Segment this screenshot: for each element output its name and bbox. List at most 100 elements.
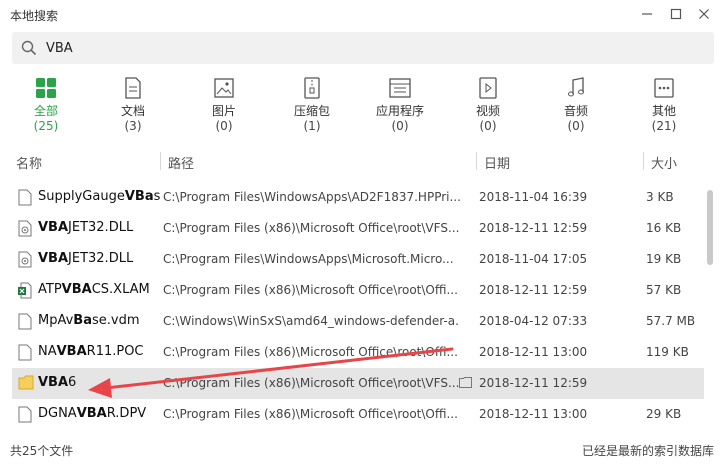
tab-video[interactable]: 视频 (0) xyxy=(456,76,520,133)
tab-audio-label: 音频 xyxy=(563,104,588,118)
tab-other-label: 其他 xyxy=(651,104,676,118)
file-date: 2018-12-11 13:00 xyxy=(479,345,588,359)
category-tabs: 全部 (25) 文档 (3) 图片 (0) 压缩包 (1) 应用程序 (0) 视… xyxy=(0,76,724,136)
file-name: VBAJET32.DLL xyxy=(38,251,134,266)
file-date: 2018-12-11 12:59 xyxy=(479,376,588,390)
column-size[interactable]: 大小 xyxy=(651,153,677,172)
tab-images-label: 图片 xyxy=(211,104,236,118)
tab-documents[interactable]: 文档 (3) xyxy=(101,76,165,133)
column-divider[interactable] xyxy=(643,152,644,170)
tab-audio[interactable]: 音频 (0) xyxy=(544,76,608,133)
table-row[interactable]: DGNAVBAR.DPV C:\Program Files (x86)\Micr… xyxy=(12,399,704,430)
maximize-icon[interactable] xyxy=(665,4,687,24)
file-icon xyxy=(18,189,32,210)
dll-file-icon xyxy=(18,251,32,272)
table-row[interactable]: VBAJET32.DLL C:\Program Files (x86)\Micr… xyxy=(12,213,704,244)
file-path: C:\Program Files (x86)\Microsoft Office\… xyxy=(163,221,460,235)
column-headers: 名称 路径 日期 大小 xyxy=(0,148,724,174)
open-folder-icon[interactable] xyxy=(459,377,472,392)
tab-applications-count: (0) xyxy=(391,119,409,133)
tab-images-count: (0) xyxy=(215,119,233,133)
file-size: 16 KB xyxy=(646,221,682,235)
column-divider[interactable] xyxy=(476,152,477,170)
tab-archives-label: 压缩包 xyxy=(293,104,330,118)
table-row-selected[interactable]: VBA6 C:\Program Files (x86)\Microsoft Of… xyxy=(12,368,704,399)
file-name: VBAJET32.DLL xyxy=(38,220,134,235)
file-name: SupplyGaugeVBas xyxy=(38,189,161,204)
file-date: 2018-11-04 17:05 xyxy=(479,252,588,266)
file-path: C:\Program Files (x86)\Microsoft Office\… xyxy=(163,345,458,359)
file-icon xyxy=(18,344,32,365)
index-status: 已经是最新的索引数据库 xyxy=(581,444,714,458)
file-size: 19 KB xyxy=(646,252,682,266)
file-path: C:\Program Files\WindowsApps\Microsoft.M… xyxy=(163,252,454,266)
file-date: 2018-12-11 12:59 xyxy=(479,221,588,235)
file-icon xyxy=(18,406,32,427)
table-row[interactable]: ATPVBACS.XLAM C:\Program Files (x86)\Mic… xyxy=(12,275,704,306)
title-bar: 本地搜索 xyxy=(0,0,724,28)
file-icon xyxy=(18,313,32,334)
file-date: 2018-12-11 12:59 xyxy=(479,283,588,297)
file-size: 29 KB xyxy=(646,407,682,421)
table-row[interactable]: SupplyGaugeVBas C:\Program Files\Windows… xyxy=(12,182,704,213)
file-path: C:\Program Files (x86)\Microsoft Office\… xyxy=(163,407,458,421)
window-title: 本地搜索 xyxy=(10,9,59,23)
file-name: DGNAVBAR.DPV xyxy=(38,406,147,421)
minimize-icon[interactable] xyxy=(636,4,658,24)
file-size: 57 KB xyxy=(646,283,682,297)
tab-images[interactable]: 图片 (0) xyxy=(192,76,256,133)
file-name: MpAvBase.vdm xyxy=(38,313,140,328)
file-path: C:\Program Files (x86)\Microsoft Office\… xyxy=(163,283,458,297)
tab-documents-label: 文档 xyxy=(120,104,145,118)
music-icon xyxy=(544,76,608,100)
table-row[interactable]: MpAvBase.vdm C:\Windows\WinSxS\amd64_win… xyxy=(12,306,704,337)
tab-applications[interactable]: 应用程序 (0) xyxy=(368,76,432,133)
file-name: NAVBAR11.POC xyxy=(38,344,144,359)
more-icon xyxy=(632,76,696,100)
tab-video-label: 视频 xyxy=(475,104,500,118)
file-path: C:\Program Files\WindowsApps\AD2F1837.HP… xyxy=(163,190,460,204)
search-icon xyxy=(21,40,37,60)
grid-icon xyxy=(14,76,78,100)
close-icon[interactable] xyxy=(693,4,715,24)
scrollbar[interactable] xyxy=(706,190,714,420)
file-count: 共25个文件 xyxy=(10,444,74,458)
tab-other[interactable]: 其他 (21) xyxy=(632,76,696,133)
tab-documents-count: (3) xyxy=(124,119,142,133)
excel-file-icon xyxy=(18,282,32,303)
image-icon xyxy=(192,76,256,100)
tab-all[interactable]: 全部 (25) xyxy=(14,76,78,133)
file-date: 2018-04-12 07:33 xyxy=(479,314,588,328)
application-icon xyxy=(368,76,432,100)
file-path: C:\Windows\WinSxS\amd64_windows-defender… xyxy=(163,314,460,328)
tab-other-count: (21) xyxy=(651,119,677,133)
file-size: 3 KB xyxy=(646,190,674,204)
file-date: 2018-11-04 16:39 xyxy=(479,190,588,204)
scrollbar-thumb[interactable] xyxy=(707,190,713,265)
column-name[interactable]: 名称 xyxy=(16,153,42,172)
status-bar: 共25个文件 已经是最新的索引数据库 xyxy=(0,440,724,464)
file-size: 57.7 MB xyxy=(646,314,696,328)
file-path: C:\Program Files (x86)\Microsoft Office\… xyxy=(163,376,460,390)
archive-icon xyxy=(280,76,344,100)
tab-video-count: (0) xyxy=(479,119,497,133)
tab-applications-label: 应用程序 xyxy=(375,104,424,118)
file-name: VBA6 xyxy=(38,375,77,390)
tab-archives[interactable]: 压缩包 (1) xyxy=(280,76,344,133)
table-row[interactable]: VBAJET32.DLL C:\Program Files\WindowsApp… xyxy=(12,244,704,275)
tab-all-count: (25) xyxy=(33,119,59,133)
dll-file-icon xyxy=(18,220,32,241)
document-icon xyxy=(101,76,165,100)
search-box[interactable] xyxy=(12,32,714,64)
tab-audio-count: (0) xyxy=(567,119,585,133)
table-row[interactable]: NAVBAR11.POC C:\Program Files (x86)\Micr… xyxy=(12,337,704,368)
file-name: ATPVBACS.XLAM xyxy=(38,282,150,297)
tab-all-label: 全部 xyxy=(33,104,58,118)
video-icon xyxy=(456,76,520,100)
search-input[interactable] xyxy=(46,38,686,58)
file-date: 2018-12-11 13:00 xyxy=(479,407,588,421)
column-path[interactable]: 路径 xyxy=(168,153,194,172)
tab-archives-count: (1) xyxy=(303,119,321,133)
column-date[interactable]: 日期 xyxy=(484,153,510,172)
column-divider[interactable] xyxy=(160,152,161,170)
